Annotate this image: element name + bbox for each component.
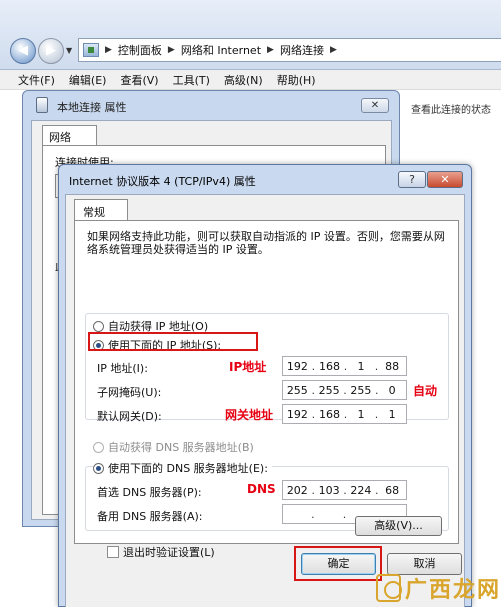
breadcrumb-separator-icon[interactable]: ▶ bbox=[105, 45, 112, 55]
history-dropdown-icon[interactable]: ▼ bbox=[66, 46, 72, 55]
breadcrumb-separator-icon[interactable]: ▶ bbox=[330, 45, 337, 55]
gateway-field[interactable]: 192. 168. 1. 1 bbox=[282, 404, 407, 424]
menu-advanced[interactable]: 高级(N) bbox=[224, 72, 263, 88]
dialog-title: Internet 协议版本 4 (TCP/IPv4) 属性 bbox=[69, 175, 256, 188]
subnet-mask-label: 子网掩码(U): bbox=[97, 386, 162, 399]
mask-octet[interactable]: 255 bbox=[319, 384, 340, 397]
back-arrow-icon[interactable]: ◀ bbox=[10, 38, 36, 64]
address-bar[interactable]: ▶ 控制面板 ▶ 网络和 Internet ▶ 网络连接 ▶ bbox=[78, 38, 501, 62]
breadcrumb-network-connections[interactable]: 网络连接 bbox=[280, 42, 324, 58]
gateway-octet[interactable]: 168 bbox=[319, 408, 340, 421]
intro-text: 如果网络支持此功能，则可以获取自动指派的 IP 设置。否则，您需要从网络系统管理… bbox=[87, 230, 445, 256]
tab-networking[interactable]: 网络 bbox=[42, 125, 97, 146]
forward-arrow-icon[interactable]: ▶ bbox=[38, 38, 64, 64]
ip-address-field[interactable]: 192. 168. 1. 88 bbox=[282, 356, 407, 376]
watermark: 广西龙网 bbox=[376, 568, 501, 607]
radio-unselected-icon bbox=[93, 320, 104, 332]
gateway-octet[interactable]: 1 bbox=[382, 408, 402, 421]
breadcrumb-separator-icon[interactable]: ▶ bbox=[168, 45, 175, 55]
menu-bar: 文件(F) 编辑(E) 查看(V) 工具(T) 高级(N) 帮助(H) bbox=[0, 70, 501, 90]
dns-octet[interactable]: 103 bbox=[319, 484, 340, 497]
gateway-note: 网关地址 bbox=[225, 408, 274, 422]
highlight-box bbox=[88, 332, 258, 351]
auto-note: 自动 bbox=[413, 384, 438, 398]
validate-on-exit-checkbox[interactable]: 退出时验证设置(L) bbox=[107, 544, 215, 560]
gateway-octet[interactable]: 192 bbox=[287, 408, 308, 421]
radio-unselected-icon bbox=[93, 441, 104, 453]
menu-help[interactable]: 帮助(H) bbox=[277, 72, 316, 88]
help-button[interactable]: ? bbox=[398, 171, 426, 188]
menu-file[interactable]: 文件(F) bbox=[18, 72, 55, 88]
breadcrumb-control-panel[interactable]: 控制面板 bbox=[118, 42, 162, 58]
watermark-text: 广西龙网 bbox=[404, 577, 501, 603]
menu-tools[interactable]: 工具(T) bbox=[173, 72, 210, 88]
control-panel-icon bbox=[83, 43, 99, 57]
dns-octet[interactable]: 68 bbox=[382, 484, 402, 497]
close-icon[interactable]: ✕ bbox=[361, 98, 389, 113]
ip-note: IP地址 bbox=[229, 360, 267, 374]
manual-dns-label: 使用下面的 DNS 服务器地址(E): bbox=[108, 462, 268, 475]
dialog-body: 常规 如果网络支持此功能，则可以获取自动指派的 IP 设置。否则，您需要从网络系… bbox=[65, 194, 465, 607]
ip-address-label: IP 地址(I): bbox=[97, 362, 148, 375]
ok-button[interactable]: 确定 bbox=[301, 553, 376, 575]
gateway-octet[interactable]: 1 bbox=[351, 408, 371, 421]
auto-dns-radio[interactable]: 自动获得 DNS 服务器地址(B) bbox=[93, 439, 254, 455]
dns-octet[interactable]: 224 bbox=[350, 484, 371, 497]
menu-edit[interactable]: 编辑(E) bbox=[69, 72, 107, 88]
logo-icon bbox=[376, 573, 402, 602]
ip-octet[interactable]: 168 bbox=[319, 360, 340, 373]
explorer-toolbar: ◀ ▶ ▼ ▶ 控制面板 ▶ 网络和 Internet ▶ 网络连接 ▶ bbox=[0, 0, 501, 70]
mask-octet[interactable]: 255 bbox=[350, 384, 371, 397]
tab-general[interactable]: 常规 bbox=[74, 199, 128, 221]
advanced-button[interactable]: 高级(V)... bbox=[355, 516, 442, 536]
gateway-label: 默认网关(D): bbox=[97, 410, 162, 423]
radio-selected-icon bbox=[93, 462, 104, 474]
alternate-dns-label: 备用 DNS 服务器(A): bbox=[97, 510, 203, 523]
ip-octet[interactable]: 88 bbox=[382, 360, 402, 373]
validate-label: 退出时验证设置(L) bbox=[123, 546, 215, 559]
subnet-mask-field[interactable]: 255. 255. 255. 0 bbox=[282, 380, 407, 400]
dns-octet[interactable]: 202 bbox=[287, 484, 308, 497]
general-tab-panel: 如果网络支持此功能，则可以获取自动指派的 IP 设置。否则，您需要从网络系统管理… bbox=[74, 220, 459, 559]
mask-octet[interactable]: 255 bbox=[287, 384, 308, 397]
network-adapter-icon bbox=[36, 97, 48, 113]
manual-dns-radio[interactable]: 使用下面的 DNS 服务器地址(E): bbox=[93, 460, 272, 476]
preferred-dns-label: 首选 DNS 服务器(P): bbox=[97, 486, 202, 499]
props-window-title: 本地连接 属性 bbox=[57, 101, 127, 114]
checkbox-icon bbox=[107, 546, 119, 558]
ip-octet[interactable]: 1 bbox=[351, 360, 371, 373]
dns-note: DNS bbox=[247, 482, 276, 496]
ipv4-properties-dialog: Internet 协议版本 4 (TCP/IPv4) 属性 ? ✕ 常规 如果网… bbox=[58, 164, 472, 607]
ip-octet[interactable]: 192 bbox=[287, 360, 308, 373]
mask-octet[interactable]: 0 bbox=[382, 384, 402, 397]
menu-view[interactable]: 查看(V) bbox=[120, 72, 158, 88]
auto-dns-label: 自动获得 DNS 服务器地址(B) bbox=[108, 441, 254, 454]
breadcrumb-separator-icon[interactable]: ▶ bbox=[267, 45, 274, 55]
view-connection-status-link[interactable]: 查看此连接的状态 bbox=[411, 101, 491, 116]
preferred-dns-field[interactable]: 202. 103. 224. 68 bbox=[282, 480, 407, 500]
breadcrumb-network-internet[interactable]: 网络和 Internet bbox=[181, 42, 261, 58]
close-button[interactable]: ✕ bbox=[427, 171, 463, 188]
